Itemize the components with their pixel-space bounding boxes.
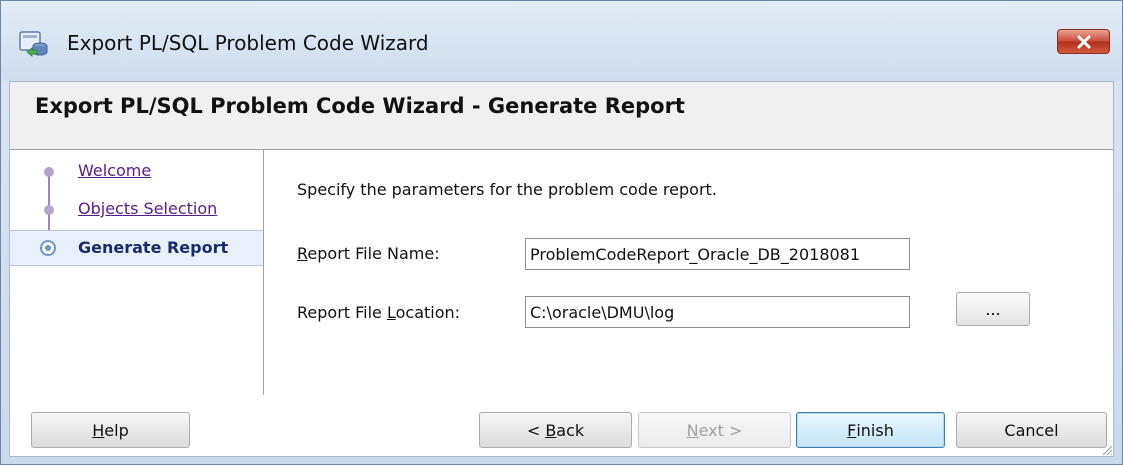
step-visited-icon: [44, 167, 54, 177]
resize-grip-icon[interactable]: [1099, 442, 1113, 456]
report-file-name-label: Report File Name:: [297, 244, 440, 263]
database-export-icon: [19, 31, 48, 57]
page-title: Export PL/SQL Problem Code Wizard - Gene…: [35, 94, 685, 118]
help-button[interactable]: Help: [31, 412, 190, 448]
step-label: Generate Report: [78, 238, 229, 257]
step-welcome[interactable]: Welcome: [10, 154, 263, 190]
step-label[interactable]: Objects Selection: [78, 199, 217, 218]
label-mnemonic: L: [386, 303, 396, 322]
report-file-location-input[interactable]: C:\oracle\DMU\log: [525, 296, 910, 328]
next-button[interactable]: Next >: [638, 412, 791, 448]
browse-button[interactable]: ...: [956, 292, 1030, 326]
label-mnemonic: R: [297, 244, 308, 263]
button-label: inish: [856, 420, 894, 440]
label-suffix: ocation:: [395, 303, 461, 322]
label-suffix: eport File Name:: [307, 244, 440, 263]
step-visited-icon: [44, 205, 54, 215]
mnemonic: F: [847, 420, 857, 440]
button-label: ack: [556, 420, 585, 440]
wizard-header: Export PL/SQL Problem Code Wizard - Gene…: [10, 82, 1113, 150]
button-label: elp: [104, 420, 129, 440]
wizard-button-bar: Help < Back Next > Finish Cancel: [10, 395, 1113, 456]
instructions-text: Specify the parameters for the problem c…: [297, 180, 717, 199]
wizard-window: Export PL/SQL Problem Code Wizard Export…: [0, 0, 1123, 465]
mnemonic: N: [686, 420, 699, 440]
step-label[interactable]: Welcome: [78, 161, 151, 180]
window-title: Export PL/SQL Problem Code Wizard: [67, 31, 429, 55]
step-generate-report: Generate Report: [10, 230, 263, 266]
button-label: ext >: [698, 420, 743, 440]
report-file-location-label: Report File Location:: [297, 303, 460, 322]
mnemonic: H: [92, 420, 105, 440]
button-prefix: <: [526, 420, 546, 440]
back-button[interactable]: < Back: [479, 412, 632, 448]
step-objects-selection[interactable]: Objects Selection: [10, 192, 263, 228]
mnemonic: B: [545, 420, 557, 440]
wizard-steps-panel: Welcome Objects Selection Generate Repor…: [10, 150, 264, 395]
close-button[interactable]: [1057, 29, 1110, 54]
wizard-content: Specify the parameters for the problem c…: [264, 150, 1113, 395]
wizard-client-area: Export PL/SQL Problem Code Wizard - Gene…: [9, 81, 1114, 457]
report-file-name-input[interactable]: ProblemCodeReport_Oracle_DB_2018081: [525, 238, 910, 270]
finish-button[interactable]: Finish: [796, 412, 945, 448]
browse-label: ...: [985, 299, 1001, 319]
step-current-icon: [40, 240, 56, 256]
label-prefix: Report File: [297, 303, 387, 322]
close-icon: [1077, 35, 1090, 48]
title-bar[interactable]: Export PL/SQL Problem Code Wizard: [1, 1, 1122, 81]
cancel-button[interactable]: Cancel: [956, 412, 1107, 448]
